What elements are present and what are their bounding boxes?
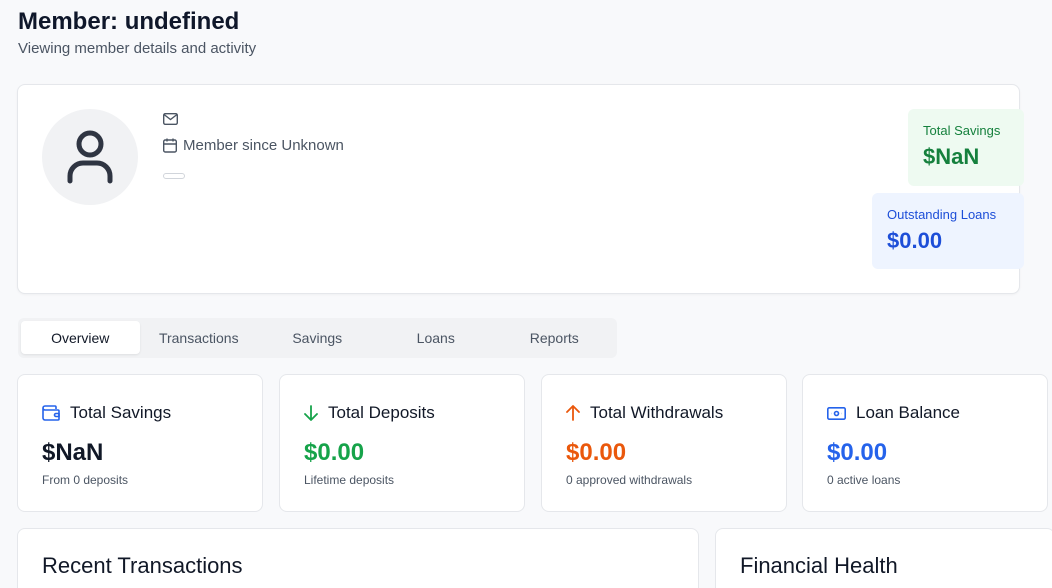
total-savings-summary-value: $NaN [923, 144, 980, 169]
member-profile-card: Member since Unknown Total Savings $NaN … [17, 84, 1024, 294]
page-title: Member: undefined [18, 8, 240, 35]
metric-value: $NaN [42, 439, 104, 466]
member-since-text: Member since Unknown [183, 137, 344, 154]
avatar [42, 109, 138, 205]
page-subtitle: Viewing member details and activity [18, 40, 257, 57]
metric-title: Total Withdrawals [590, 403, 724, 422]
total-savings-summary: Total Savings $NaN [908, 109, 1024, 186]
metric-title: Total Deposits [328, 403, 435, 422]
outstanding-loans-summary: Outstanding Loans $0.00 [872, 193, 1024, 269]
tab-loans[interactable]: Loans [377, 321, 496, 354]
user-icon [66, 129, 114, 185]
metric-card-total-withdrawals: Total Withdrawals $0.00 0 approved withd… [541, 374, 787, 512]
metric-subtext: From 0 deposits [42, 473, 129, 487]
tab-savings[interactable]: Savings [258, 321, 377, 354]
member-email [163, 113, 184, 125]
banknote-icon [827, 406, 846, 420]
metric-subtext: Lifetime deposits [304, 473, 395, 487]
metric-card-total-savings: Total Savings $NaN From 0 deposits [17, 374, 263, 512]
total-savings-summary-label: Total Savings [923, 123, 1001, 138]
tab-transactions[interactable]: Transactions [140, 321, 259, 354]
arrow-up-icon [566, 405, 580, 421]
metric-value: $0.00 [304, 439, 365, 466]
metric-value: $0.00 [827, 439, 888, 466]
recent-transactions-card: Recent Transactions [17, 528, 699, 588]
tab-reports[interactable]: Reports [495, 321, 614, 354]
page-header: Member: undefined Viewing member details… [18, 8, 256, 57]
metric-title: Loan Balance [856, 403, 960, 422]
metric-subtext: 0 active loans [827, 473, 901, 487]
mail-icon [163, 113, 178, 125]
arrow-down-icon [304, 405, 318, 421]
recent-transactions-title: Recent Transactions [42, 553, 243, 578]
member-since: Member since Unknown [163, 137, 344, 154]
metric-card-total-deposits: Total Deposits $0.00 Lifetime deposits [279, 374, 525, 512]
metric-value: $0.00 [566, 439, 627, 466]
tab-overview[interactable]: Overview [21, 321, 140, 354]
wallet-icon [42, 405, 60, 421]
outstanding-loans-value: $0.00 [887, 228, 943, 253]
metric-subtext: 0 approved withdrawals [566, 473, 693, 487]
metric-card-loan-balance: Loan Balance $0.00 0 active loans [802, 374, 1048, 512]
member-tabs: Overview Transactions Savings Loans Repo… [18, 318, 617, 358]
metric-title: Total Savings [70, 403, 172, 422]
status-badge [163, 173, 185, 179]
financial-health-title: Financial Health [740, 553, 898, 578]
calendar-icon [163, 138, 177, 153]
outstanding-loans-label: Outstanding Loans [887, 207, 997, 222]
financial-health-card: Financial Health [715, 528, 1052, 588]
